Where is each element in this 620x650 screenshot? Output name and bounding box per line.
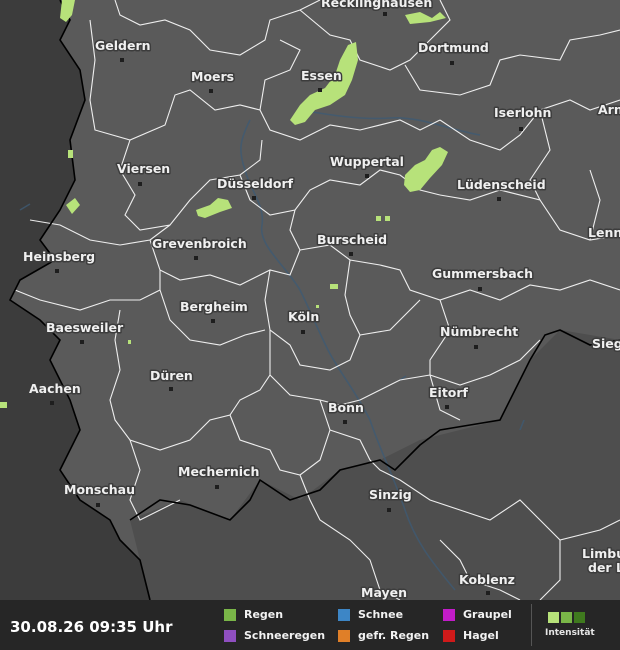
city-dot-bonn xyxy=(343,420,347,424)
legend-label-gefr-regen: gefr. Regen xyxy=(358,629,430,642)
legend-swatch-graupel xyxy=(443,608,455,621)
city-label-sinzig: Sinzig xyxy=(369,487,412,502)
legend-item-gefr-regen: gefr. Regen xyxy=(338,629,429,642)
legend-label-graupel: Graupel xyxy=(463,608,512,621)
legend-label-hagel: Hagel xyxy=(463,629,499,642)
city-dot-heinsberg xyxy=(55,269,59,273)
city-dot-viersen xyxy=(138,182,142,186)
city-dot-gummersbach xyxy=(478,287,482,291)
rain-cell-small-3 xyxy=(385,216,390,221)
legend-label-schneeregen: Schneeregen xyxy=(244,629,326,642)
city-label-bergheim: Bergheim xyxy=(180,299,248,314)
city-dot-eitorf xyxy=(445,405,449,409)
legend-swatch-regen xyxy=(224,608,236,621)
legend-swatch-gefr-regen xyxy=(338,629,350,642)
city-label-nuembrecht: Nümbrecht xyxy=(440,324,518,339)
legend-separator xyxy=(531,604,532,646)
city-label-essen: Essen xyxy=(301,68,342,83)
city-dot-recklinghausen xyxy=(383,12,387,16)
city-dot-nuembrecht xyxy=(474,345,478,349)
rain-cell-small-4 xyxy=(330,284,338,289)
city-label-luedenscheid: Lüdenscheid xyxy=(457,177,546,192)
city-dot-dortmund xyxy=(450,61,454,65)
legend-swatch-hagel xyxy=(443,629,455,642)
city-label-baesweiler: Baesweiler xyxy=(46,320,124,335)
city-label-heinsberg: Heinsberg xyxy=(23,249,95,264)
city-dot-iserlohn xyxy=(519,127,523,131)
city-dot-geldern xyxy=(120,58,124,62)
city-label-burscheid: Burscheid xyxy=(317,232,387,247)
city-label-limbu: Limbu xyxy=(582,546,620,561)
legend-bar: 30.08.26 09:35 Uhr Regen Schnee Graupel … xyxy=(0,600,620,650)
city-label-gummersbach: Gummersbach xyxy=(432,266,533,281)
city-label-wuppertal: Wuppertal xyxy=(330,154,404,169)
city-label-der-l: der L xyxy=(588,560,620,575)
city-label-sieg: Sieg xyxy=(592,336,620,351)
timestamp: 30.08.26 09:35 Uhr xyxy=(10,618,173,636)
legend-label-schnee: Schnee xyxy=(358,608,404,621)
intensity-swatch-low xyxy=(548,612,559,623)
city-label-aachen: Aachen xyxy=(29,381,81,396)
legend-swatch-schnee xyxy=(338,608,350,621)
legend-item-hagel: Hagel xyxy=(443,629,499,642)
city-dot-grevenbroich xyxy=(194,256,198,260)
legend-label-regen: Regen xyxy=(244,608,284,621)
city-dot-aachen xyxy=(50,401,54,405)
city-label-arn: Arn xyxy=(598,102,620,117)
intensity-label: Intensität xyxy=(545,628,595,638)
rain-cell-small-5 xyxy=(0,402,7,408)
city-label-koeln: Köln xyxy=(288,309,319,324)
map-canvas: Recklinghausen Geldern Dortmund Moers Es… xyxy=(0,0,620,600)
city-dot-koblenz xyxy=(486,591,490,595)
rain-cell-small-1 xyxy=(68,150,73,158)
legend-item-schneeregen: Schneeregen xyxy=(224,629,325,642)
city-label-bonn: Bonn xyxy=(328,400,364,415)
city-label-mayen: Mayen xyxy=(361,585,407,600)
city-label-koblenz: Koblenz xyxy=(459,572,515,587)
city-dot-duesseldorf xyxy=(252,196,256,200)
city-label-dortmund: Dortmund xyxy=(418,40,489,55)
city-label-grevenbroich: Grevenbroich xyxy=(152,236,247,251)
city-label-eitorf: Eitorf xyxy=(429,385,469,400)
city-dot-wuppertal xyxy=(365,174,369,178)
city-label-dueren: Düren xyxy=(150,368,193,383)
city-dot-essen xyxy=(318,88,322,92)
city-label-duesseldorf: Düsseldorf xyxy=(217,176,294,191)
city-dot-monschau xyxy=(96,503,100,507)
city-label-geldern: Geldern xyxy=(95,38,151,53)
legend-item-graupel: Graupel xyxy=(443,608,512,621)
legend-item-schnee: Schnee xyxy=(338,608,403,621)
city-label-monschau: Monschau xyxy=(64,482,135,497)
city-label-lenn: Lenn xyxy=(588,225,620,240)
radar-map[interactable]: Recklinghausen Geldern Dortmund Moers Es… xyxy=(0,0,620,600)
rain-cell-small-6 xyxy=(128,340,131,344)
city-label-moers: Moers xyxy=(191,69,234,84)
city-dot-bergheim xyxy=(211,319,215,323)
city-dot-dueren xyxy=(169,387,173,391)
city-dot-burscheid xyxy=(349,252,353,256)
city-label-iserlohn: Iserlohn xyxy=(494,105,551,120)
city-dot-mechernich xyxy=(215,485,219,489)
rain-cell-small-7 xyxy=(316,305,319,308)
city-label-recklinghausen: Recklinghausen xyxy=(321,0,432,10)
city-dot-moers xyxy=(209,89,213,93)
city-label-viersen: Viersen xyxy=(117,161,170,176)
city-dot-sinzig xyxy=(387,508,391,512)
legend-swatch-schneeregen xyxy=(224,629,236,642)
city-dot-baesweiler xyxy=(80,340,84,344)
rain-cell-small-2 xyxy=(376,216,381,221)
city-dot-luedenscheid xyxy=(497,197,501,201)
legend-item-regen: Regen xyxy=(224,608,283,621)
intensity-swatch-high xyxy=(574,612,585,623)
city-label-mechernich: Mechernich xyxy=(178,464,259,479)
intensity-swatch-mid xyxy=(561,612,572,623)
city-dot-koeln xyxy=(301,330,305,334)
